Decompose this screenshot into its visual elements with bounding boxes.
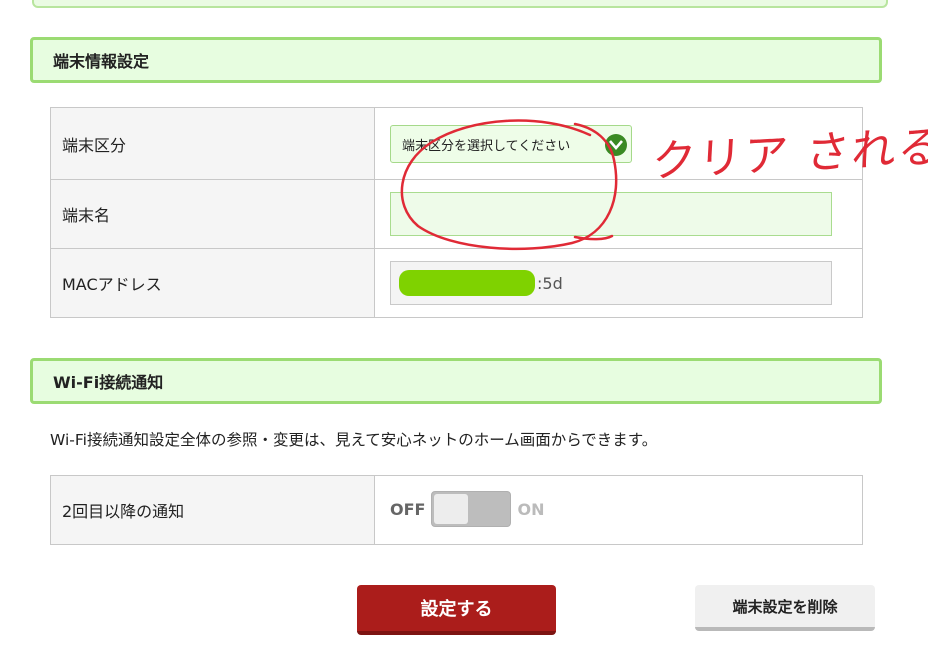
repeat-notice-toggle[interactable] xyxy=(431,491,512,527)
wifi-notice-table: 2回目以降の通知 OFF ON xyxy=(50,475,863,545)
toggle-off-label: OFF xyxy=(390,499,426,519)
annotation-circle xyxy=(400,119,618,251)
mac-address-label: MACアドレス xyxy=(50,248,375,318)
chevron-down-icon xyxy=(605,134,627,156)
submit-button[interactable]: 設定する xyxy=(357,585,556,635)
table-row: 2回目以降の通知 OFF ON xyxy=(50,475,863,545)
redaction-mark xyxy=(399,270,535,296)
table-row: 端末名 xyxy=(50,179,863,249)
repeat-notice-toggle-group: OFF ON xyxy=(390,491,544,527)
toggle-knob xyxy=(434,494,469,524)
delete-device-button[interactable]: 端末設定を削除 xyxy=(695,585,875,631)
wifi-notice-text: Wi-Fi接続通知設定全体の参照・変更は、見えて安心ネットのホーム画面からできま… xyxy=(50,431,658,449)
repeat-notice-label: 2回目以降の通知 xyxy=(50,475,375,545)
mac-address-suffix: :5d xyxy=(537,273,563,293)
wifi-notice-section-title: Wi-Fi接続通知 xyxy=(53,373,164,392)
toggle-on-label: ON xyxy=(517,499,545,519)
device-info-section-title: 端末情報設定 xyxy=(53,52,150,71)
device-info-section-header: 端末情報設定 xyxy=(30,37,882,83)
device-name-cell xyxy=(374,179,863,249)
previous-section-edge xyxy=(32,0,888,8)
wifi-notice-section-header: Wi-Fi接続通知 xyxy=(30,358,882,404)
repeat-notice-cell: OFF ON xyxy=(374,475,863,545)
device-type-select[interactable]: 端末区分を選択してください xyxy=(390,125,632,163)
device-name-label: 端末名 xyxy=(50,179,375,249)
table-row: MACアドレス :5d xyxy=(50,248,863,318)
mac-address-cell: :5d xyxy=(374,248,863,318)
mac-address-field: :5d xyxy=(390,261,832,305)
device-type-label: 端末区分 xyxy=(50,107,375,180)
device-type-select-value: 端末区分を選択してください xyxy=(402,138,571,154)
device-name-input[interactable] xyxy=(390,192,832,236)
